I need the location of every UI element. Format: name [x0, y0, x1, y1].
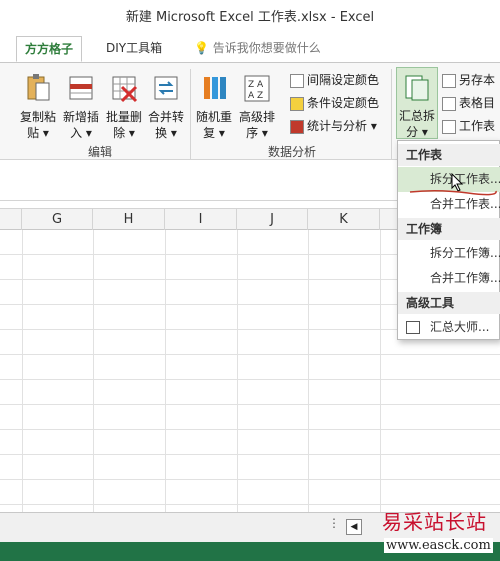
save-as-button[interactable]: 另存本 [442, 70, 495, 90]
statistics-button[interactable]: 统计与分析 ▾ [290, 116, 377, 136]
insert-button[interactable]: 新增插 入 ▾ [60, 73, 102, 141]
dropdown-header-worksheet: 工作表 [398, 144, 500, 166]
summary-split-label-2: 分 ▾ [406, 125, 428, 139]
worksheet-button[interactable]: 工作表 [442, 116, 495, 136]
catalog-icon [442, 96, 456, 111]
insert-rows-icon [69, 76, 93, 100]
split-sheets-icon [405, 75, 429, 101]
save-icon [442, 73, 456, 88]
clipboard-icon [27, 74, 50, 101]
grid-line [93, 230, 94, 512]
merge-convert-icon [154, 76, 178, 100]
title-bar: 新建 Microsoft Excel 工作表.xlsx - Excel [0, 0, 500, 32]
column-header-h[interactable]: H [93, 209, 165, 230]
copy-paste-label-2: 贴 ▾ [27, 126, 49, 140]
grid-line [237, 230, 238, 512]
batch-delete-label-2: 除 ▾ [113, 126, 135, 140]
column-header-partial[interactable] [0, 209, 22, 230]
group-divider [391, 69, 392, 159]
merge-convert-label-2: 换 ▾ [155, 126, 177, 140]
column-header-g[interactable]: G [22, 209, 93, 230]
random-columns-icon [204, 77, 226, 99]
advanced-sort-label-2: 序 ▾ [246, 126, 268, 140]
table-catalog-label: 表格目 [459, 96, 496, 110]
statistics-label: 统计与分析 ▾ [307, 119, 377, 133]
window-title: 新建 Microsoft Excel 工作表.xlsx - Excel [125, 10, 375, 25]
svg-text:Z A: Z A [248, 80, 264, 90]
summary-master-icon [406, 321, 420, 334]
analysis-group-label: 数据分析 [268, 145, 317, 159]
tell-me-box[interactable]: 💡 告诉我你想要做什么 [186, 36, 329, 62]
grid-line [22, 230, 23, 512]
random-repeat-label-2: 复 ▾ [203, 126, 225, 140]
menu-item-merge-workbook[interactable]: 合并工作簿... [398, 266, 500, 291]
summary-split-label-1: 汇总拆 [398, 109, 435, 123]
tab-fangfang[interactable]: 方方格子 [16, 36, 83, 62]
edit-group-label: 编辑 [88, 145, 113, 159]
lightbulb-icon: 💡 [194, 41, 209, 55]
group-divider [190, 69, 191, 159]
delete-grid-icon [112, 76, 138, 103]
condition-color-button[interactable]: 条件设定颜色 [290, 93, 379, 113]
worksheet-label: 工作表 [459, 119, 496, 133]
copy-paste-label-1: 复制粘 [19, 110, 56, 124]
annotation-underline [409, 189, 497, 196]
save-as-label: 另存本 [459, 73, 496, 87]
watermark-logo: 易采站长站 [382, 510, 487, 534]
svg-text:A Z: A Z [248, 91, 263, 101]
copy-paste-button[interactable]: 复制粘 贴 ▾ [18, 73, 58, 141]
menu-item-summary-master[interactable]: 汇总大师... [398, 315, 500, 340]
watermark-url: www.easck.com [384, 538, 493, 553]
merge-convert-label-1: 合并转 [147, 110, 184, 124]
batch-delete-label-1: 批量删 [105, 110, 142, 124]
tab-diy-toolbox[interactable]: DIY工具箱 [98, 36, 170, 62]
column-header-i[interactable]: I [165, 209, 237, 230]
column-header-k[interactable]: K [308, 209, 380, 230]
random-repeat-button[interactable]: 随机重 复 ▾ [193, 73, 235, 141]
grid-line [380, 230, 381, 512]
advanced-sort-label-1: 高级排 [238, 110, 275, 124]
tab-scroll-dots[interactable]: ⋮ [328, 516, 340, 530]
condition-color-label: 条件设定颜色 [307, 96, 380, 110]
sort-az-icon: Z AA Z [244, 75, 270, 102]
grid-line [165, 230, 166, 512]
interval-color-button[interactable]: 间隔设定颜色 [290, 70, 379, 90]
grid-line [308, 230, 309, 512]
split-dropdown-menu: 工作表 拆分工作表... 合并工作表... 工作簿 拆分工作簿... 合并工作簿… [397, 140, 500, 340]
scroll-left-icon[interactable]: ◀ [346, 519, 362, 535]
dropdown-header-workbook: 工作簿 [398, 218, 500, 240]
worksheet-icon [442, 119, 456, 134]
dropdown-header-advanced: 高级工具 [398, 292, 500, 314]
grid-color-icon [290, 73, 304, 88]
summary-split-button[interactable]: 汇总拆 分 ▾ [396, 67, 438, 139]
column-header-j[interactable]: J [237, 209, 308, 230]
insert-label-2: 入 ▾ [70, 126, 92, 140]
advanced-sort-button[interactable]: Z AA Z 高级排 序 ▾ [236, 73, 278, 141]
stats-icon [290, 119, 304, 134]
insert-label-1: 新增插 [62, 110, 99, 124]
summary-master-label: 汇总大师... [430, 320, 490, 334]
batch-delete-button[interactable]: 批量删 除 ▾ [103, 73, 145, 141]
condition-icon [290, 96, 304, 111]
menu-item-split-workbook[interactable]: 拆分工作簿... [398, 241, 500, 266]
ribbon-tabs: 方方格子 DIY工具箱 💡 告诉我你想要做什么 [0, 32, 500, 62]
random-repeat-label-1: 随机重 [195, 110, 232, 124]
interval-color-label: 间隔设定颜色 [307, 73, 380, 87]
merge-convert-button[interactable]: 合并转 换 ▾ [145, 73, 187, 141]
table-catalog-button[interactable]: 表格目 [442, 93, 495, 113]
tell-me-text: 告诉我你想要做什么 [212, 41, 321, 55]
